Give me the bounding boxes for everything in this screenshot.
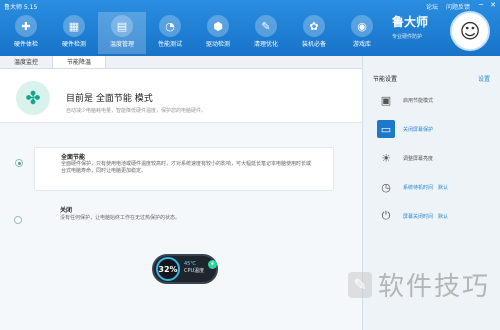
- nav-hardware-detect[interactable]: ▦ 硬件检测: [50, 12, 98, 54]
- cpu-info: 45℃ CPU温度: [184, 261, 204, 275]
- top-links: 论坛 问题反馈: [426, 2, 470, 11]
- sidebar-title: 节能设置: [373, 76, 398, 83]
- broom-icon: ✎: [255, 15, 277, 37]
- chip-icon: ▦: [63, 15, 85, 37]
- gamepad-icon: ◉: [351, 15, 373, 37]
- sidebar-item-energy-mode[interactable]: ▣ 启用节能模式: [377, 90, 433, 110]
- option-title: 全面节能: [61, 154, 86, 161]
- sidebar-item-label: 启用节能模式: [403, 97, 434, 104]
- cpu-usage: 32%: [156, 257, 180, 281]
- sidebar-item-label: 调整屏幕亮度: [403, 155, 434, 162]
- subtab-bar: 温度监控 节能降温: [0, 56, 362, 69]
- nav-cleanup[interactable]: ✎ 清理优化: [242, 12, 290, 54]
- mode-description: 自动减少电脑耗电量，智能降低硬件温度，保护您的电脑硬件。: [66, 108, 207, 114]
- sidebar-item-label: 系统待机时间: [403, 184, 434, 191]
- thermometer-icon: ▤: [111, 15, 133, 37]
- leaf-icon: ❦: [208, 260, 217, 269]
- nav-label: 硬件体检: [13, 41, 38, 48]
- cpu-temperature-widget[interactable]: 32% 45℃ CPU温度 ❦: [152, 254, 218, 284]
- nav-label: 清理优化: [253, 41, 278, 48]
- brand: 鲁大师 专业硬件防护: [392, 13, 428, 40]
- off-radio[interactable]: [14, 216, 22, 224]
- window-controls: ─ ✕: [476, 1, 498, 10]
- minimize-button[interactable]: ─: [476, 1, 486, 10]
- sidebar-item-standby[interactable]: ◷ 系统待机时间 默认: [377, 177, 448, 197]
- sidebar-item-screen-off[interactable]: ⏻ 屏幕关闭时间 默认: [377, 206, 448, 226]
- sidebar-item-label: 关闭屏幕保护: [403, 126, 434, 133]
- option-description: 没有任何保护，让电脑始终工作在无过热保护的状态。: [60, 215, 181, 221]
- nav-temperature[interactable]: ▤ 温度管理: [98, 12, 146, 54]
- image-icon: ▣: [380, 93, 392, 107]
- nav-hardware-checkup[interactable]: ✚ 硬件体检: [2, 12, 50, 54]
- watermark: ✎ 软件技巧: [348, 266, 490, 303]
- forum-link[interactable]: 论坛: [426, 2, 438, 11]
- sidebar-item-brightness[interactable]: ☀ 调整屏幕亮度: [377, 148, 433, 168]
- top-header: 鲁大师 5.15 论坛 问题反馈 ─ ✕ ✚ 硬件体检 ▦ 硬件检测 ▤ 温度管…: [0, 0, 500, 56]
- mode-title: 目前是 全面节能 模式: [66, 94, 153, 104]
- nav-software[interactable]: ✿ 装机必备: [290, 12, 338, 54]
- app-title: 鲁大师 5.15: [4, 4, 38, 11]
- close-button[interactable]: ✕: [488, 1, 498, 10]
- full-saving-radio[interactable]: [15, 159, 23, 167]
- settings-link[interactable]: 设置: [478, 74, 490, 83]
- cpu-temp-label: CPU温度: [184, 268, 205, 274]
- option-description: 全面硬件保护，只有使用电池或硬件温度较高时，才对系统速度有较小的影响，可大幅延长…: [61, 161, 312, 174]
- mode-header: ✤ 目前是 全面节能 模式 自动减少电脑耗电量，智能降低硬件温度，保护您的电脑硬…: [0, 69, 362, 123]
- main-nav: ✚ 硬件体检 ▦ 硬件检测 ▤ 温度管理 ◔ 性能测试 ⬢ 驱动检测 ✎ 清理优…: [2, 12, 386, 54]
- sidebar-item-screensaver[interactable]: ▭ 关闭屏幕保护: [377, 119, 433, 139]
- power-icon: ⏻: [381, 209, 391, 222]
- cpu-temp: 45℃: [184, 261, 196, 267]
- screen-off-value[interactable]: 默认: [438, 213, 448, 220]
- option-title: 关闭: [60, 207, 73, 214]
- brightness-icon: ☀: [381, 151, 391, 165]
- speedometer-icon: ◔: [159, 15, 181, 37]
- nav-performance[interactable]: ◔ 性能测试: [146, 12, 194, 54]
- watermark-logo-icon: ✎: [348, 271, 372, 298]
- tab-energy-saving[interactable]: 节能降温: [52, 56, 107, 68]
- nav-label: 性能测试: [157, 41, 182, 48]
- feedback-link[interactable]: 问题反馈: [446, 2, 470, 11]
- nav-label: 硬件检测: [61, 41, 86, 48]
- watermark-text: 软件技巧: [378, 272, 491, 302]
- clock-icon: ◷: [381, 180, 391, 194]
- tab-temperature-monitor[interactable]: 温度监控: [0, 56, 52, 68]
- option-off[interactable]: 关闭 没有任何保护，让电脑始终工作在无过热保护的状态。: [14, 205, 334, 235]
- fan-icon: ✤: [16, 81, 50, 115]
- main-panel: ✤ 目前是 全面节能 模式 自动减少电脑耗电量，智能降低硬件温度，保护您的电脑硬…: [0, 69, 362, 330]
- nav-label: 温度管理: [109, 41, 134, 48]
- brand-slogan: 专业硬件防护: [392, 34, 423, 40]
- brand-name: 鲁大师: [392, 15, 429, 29]
- sidebar-item-label: 屏幕关闭时间: [403, 213, 434, 220]
- nav-driver[interactable]: ⬢ 驱动检测: [194, 12, 242, 54]
- health-check-icon: ✚: [15, 15, 37, 37]
- mascot-avatar-icon[interactable]: ☺: [450, 11, 490, 51]
- nav-label: 游戏库: [352, 41, 371, 48]
- standby-value[interactable]: 默认: [438, 184, 448, 191]
- software-icon: ✿: [303, 15, 325, 37]
- monitor-icon: ▭: [377, 120, 395, 138]
- nav-label: 驱动检测: [205, 41, 230, 48]
- nav-games[interactable]: ◉ 游戏库: [338, 12, 386, 54]
- driver-icon: ⬢: [207, 15, 229, 37]
- option-full-saving[interactable]: 全面节能 全面硬件保护，只有使用电池或硬件温度较高时，才对系统速度有较小的影响，…: [15, 147, 334, 191]
- nav-label: 装机必备: [301, 41, 326, 48]
